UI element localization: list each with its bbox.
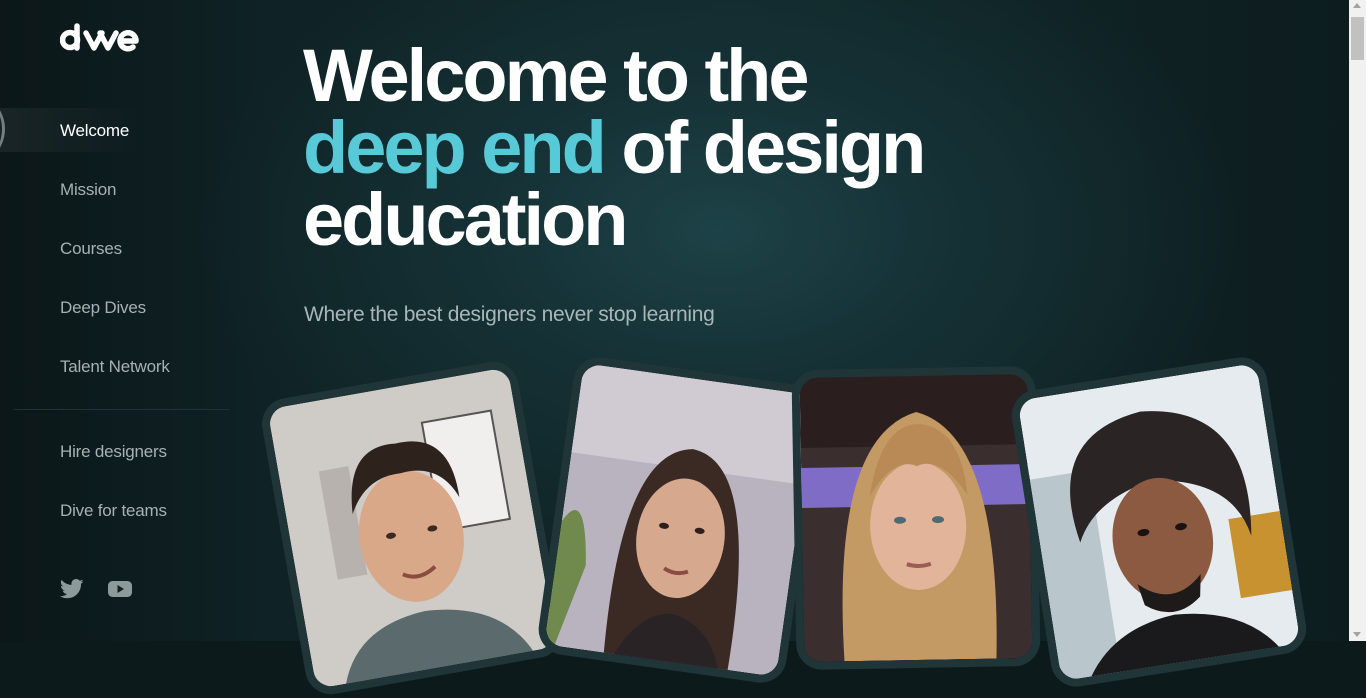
scroll-up-arrow-icon[interactable] — [1353, 3, 1361, 8]
youtube-icon[interactable] — [108, 578, 134, 602]
hero-subtitle: Where the best designers never stop lear… — [304, 303, 715, 326]
scrollbar[interactable] — [1349, 0, 1366, 641]
nav-deep-dives[interactable]: Deep Dives — [60, 298, 146, 318]
dive-logo[interactable]: dive — [59, 22, 150, 61]
nav-dive-for-teams[interactable]: Dive for teams — [60, 501, 167, 521]
nav-mission[interactable]: Mission — [60, 180, 116, 200]
scrollbar-thumb[interactable] — [1351, 17, 1364, 60]
instructor-video-card-1[interactable] — [257, 357, 567, 698]
logo-mark — [59, 23, 139, 52]
hero-title-line-2-rest: of design — [621, 106, 926, 189]
nav-talent-network[interactable]: Talent Network — [60, 357, 170, 377]
sidebar: dive Welcome Mission Courses Deep Dives … — [0, 0, 250, 641]
scroll-down-arrow-icon[interactable] — [1353, 632, 1361, 637]
instructor-video-card-3[interactable] — [791, 365, 1041, 671]
nav-hire-designers[interactable]: Hire designers — [60, 442, 167, 462]
instructor-portrait-3 — [799, 374, 1033, 662]
hero-title-line-2: deep end of design — [303, 111, 1063, 185]
nav-welcome[interactable]: Welcome — [60, 121, 129, 141]
instructor-video-card-4[interactable] — [1008, 353, 1310, 691]
nav-divider — [14, 409, 229, 410]
twitter-icon[interactable] — [59, 578, 86, 602]
hero-title-line-1: Welcome to the — [303, 34, 810, 117]
active-nav-indicator — [0, 92, 5, 166]
hero-title: Welcome to the deep end of design educat… — [303, 34, 1063, 261]
nav-courses[interactable]: Courses — [60, 239, 122, 259]
hero-title-line-3: education — [303, 178, 628, 261]
instructor-portrait-4 — [1017, 362, 1301, 682]
hero-title-accent: deep end — [303, 106, 607, 189]
instructor-video-card-2[interactable] — [535, 354, 825, 686]
instructor-portrait-2 — [544, 363, 816, 677]
